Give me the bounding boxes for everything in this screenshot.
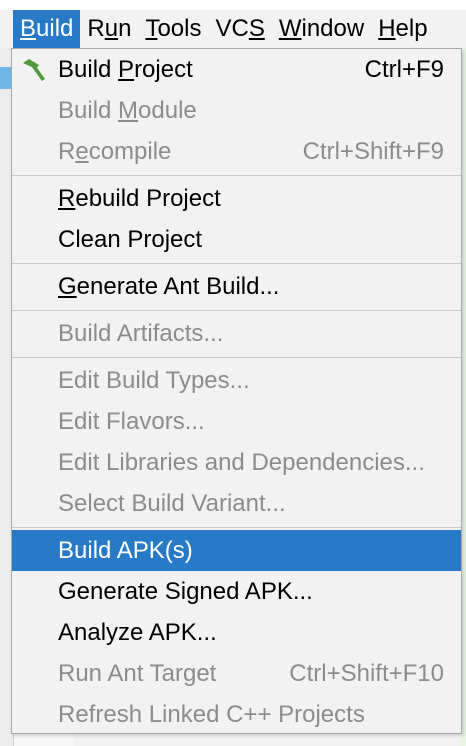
menu-item-edit-libraries-and-dependencies[interactable]: Edit Libraries and Dependencies... — [12, 442, 461, 483]
main-menu-bar: Build Run Tools VCS Window Help — [0, 10, 466, 48]
menu-item-refresh-linked-cpp-projects[interactable]: Refresh Linked C++ Projects — [12, 694, 461, 735]
menu-item-clean-project[interactable]: Clean Project — [12, 219, 461, 260]
menu-item-generate-ant-build[interactable]: Generate Ant Build... — [12, 266, 461, 307]
menu-item-shortcut: Ctrl+Shift+F9 — [302, 137, 444, 165]
window-title-strip — [0, 0, 466, 10]
menu-item-generate-signed-apk[interactable]: Generate Signed APK... — [12, 571, 461, 612]
menu-item-build-apk-s[interactable]: Build APK(s) — [12, 530, 461, 571]
menu-item-label: Edit Build Types... — [58, 366, 250, 394]
menu-help[interactable]: Help — [371, 10, 434, 48]
menu-item-label: Build APK(s) — [58, 536, 193, 564]
menu-item-label: Generate Signed APK... — [58, 577, 313, 605]
menu-item-label: Build Artifacts... — [58, 319, 224, 347]
menu-vcs-label: VCS — [215, 15, 265, 42]
menu-tools[interactable]: Tools — [138, 10, 208, 48]
menu-item-label: Recompile — [58, 137, 172, 165]
menu-item-recompile[interactable]: Recompile Ctrl+Shift+F9 — [12, 131, 461, 172]
menu-window-label: Window — [278, 15, 365, 42]
hammer-icon — [23, 59, 45, 81]
menu-item-edit-flavors[interactable]: Edit Flavors... — [12, 401, 461, 442]
build-menu-dropdown: Build Project Ctrl+F9 Build Module Recompil… — [11, 48, 462, 734]
menu-item-build-artifacts[interactable]: Build Artifacts... — [12, 313, 461, 354]
menu-item-build-module[interactable]: Build Module — [12, 90, 461, 131]
menu-item-run-ant-target[interactable]: Run Ant Target Ctrl+Shift+F10 — [12, 653, 461, 694]
menu-item-label: Generate Ant Build... — [58, 272, 280, 300]
menu-vcs[interactable]: VCS — [208, 10, 271, 48]
menu-item-analyze-apk[interactable]: Analyze APK... — [12, 612, 461, 653]
menu-item-label: Build Project — [58, 55, 193, 83]
menu-run-label: Run — [87, 15, 132, 42]
menu-help-label: Help — [378, 15, 428, 42]
menu-item-shortcut: Ctrl+F9 — [364, 55, 444, 83]
menu-build[interactable]: Build — [13, 10, 81, 48]
menu-build-label: Build — [20, 15, 74, 42]
menu-item-label: Edit Flavors... — [58, 407, 205, 435]
menu-item-label: Refresh Linked C++ Projects — [58, 700, 365, 728]
menu-item-select-build-variant[interactable]: Select Build Variant... — [12, 483, 461, 524]
menu-item-label: Clean Project — [58, 225, 203, 253]
menu-run[interactable]: Run — [80, 10, 138, 48]
menu-item-label: Rebuild Project — [58, 184, 221, 212]
menu-item-label: Edit Libraries and Dependencies... — [58, 448, 425, 476]
menu-item-label: Build Module — [58, 96, 197, 124]
menu-item-label: Run Ant Target — [58, 659, 217, 687]
menu-item-rebuild-project[interactable]: Rebuild Project — [12, 178, 461, 219]
menu-item-shortcut: Ctrl+Shift+F10 — [289, 659, 444, 687]
menu-item-label: Analyze APK... — [58, 618, 217, 646]
menu-item-build-project[interactable]: Build Project Ctrl+F9 — [12, 49, 461, 90]
menu-item-edit-build-types[interactable]: Edit Build Types... — [12, 360, 461, 401]
menu-tools-label: Tools — [145, 15, 202, 42]
menu-window[interactable]: Window — [272, 10, 371, 48]
menu-item-label: Select Build Variant... — [58, 489, 286, 517]
